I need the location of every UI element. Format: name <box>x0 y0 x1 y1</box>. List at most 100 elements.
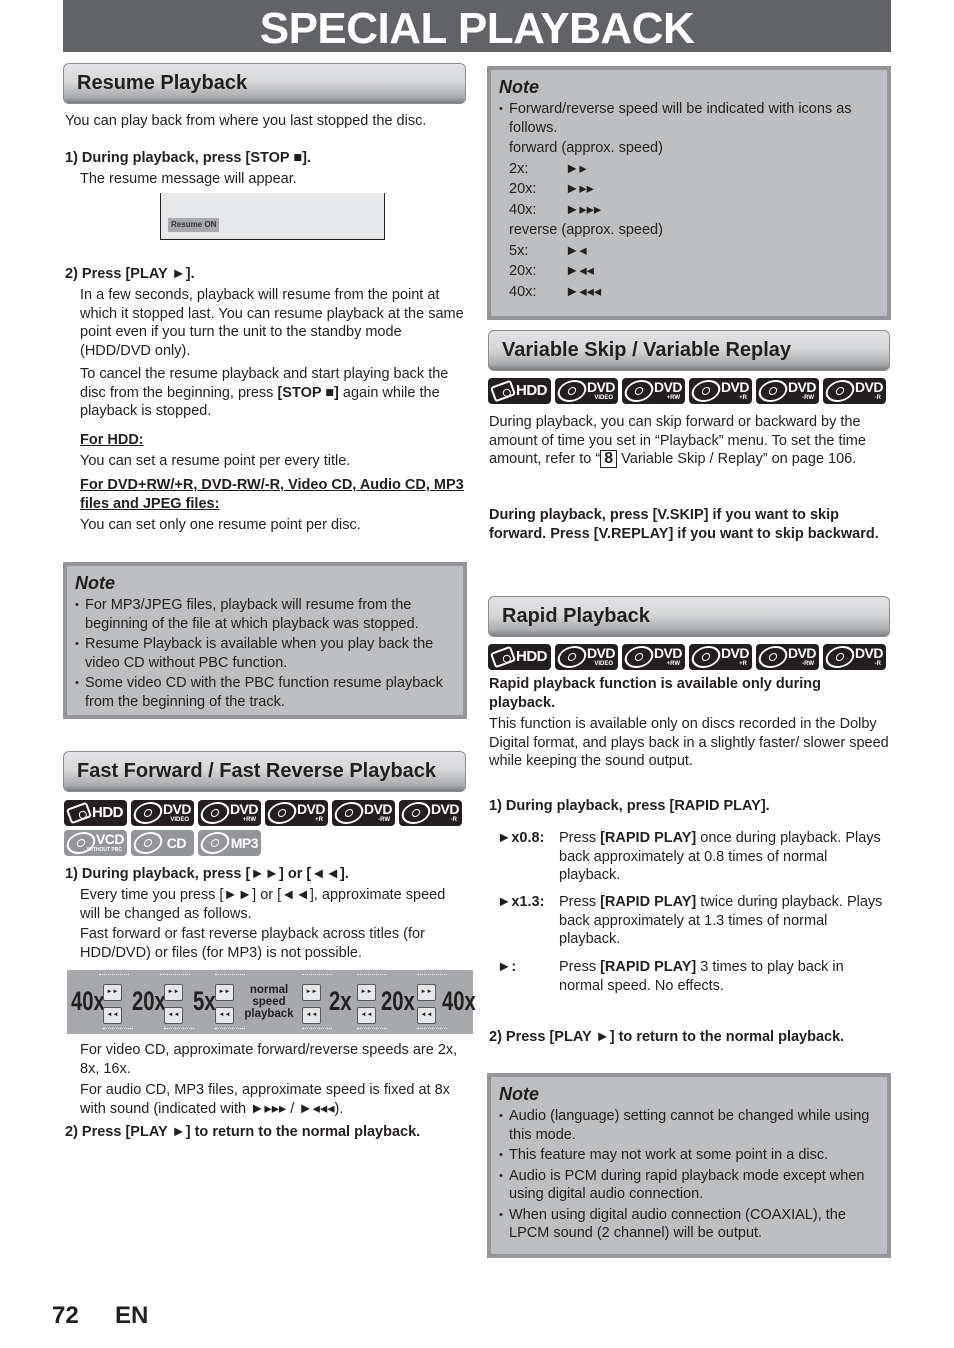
disc-icon <box>265 802 299 824</box>
badge-sub: -RW <box>802 395 814 401</box>
rapid-row-x1.3: ►x1.3: Press [RAPID PLAY] twice during p… <box>497 893 892 949</box>
forward-20x-icon: ►▸▸ <box>565 181 594 197</box>
fast-forward-icon: ►► <box>302 984 321 1001</box>
badge-sub: WITHOUT PBC <box>86 847 122 853</box>
speed-label: 40x <box>442 986 476 1016</box>
forward-40x-icon: ►▸▸▸ <box>565 201 602 218</box>
badge-label: HDD <box>92 804 124 821</box>
forward-row: 20x: ►▸▸ <box>499 180 879 199</box>
disc-icon <box>131 832 165 854</box>
rapid-desc: Press [RAPID PLAY] once during playback.… <box>559 829 892 885</box>
speed: 20x: <box>509 181 537 197</box>
disc-icon <box>689 380 723 402</box>
ff-media-badges-row2: VCD WITHOUT PBC CD MP3 <box>64 830 261 856</box>
hdd-icon <box>489 645 517 669</box>
speed: 40x: <box>509 201 537 218</box>
dvd-video-badge: DVD VIDEO <box>131 800 194 826</box>
text: Press <box>559 959 601 975</box>
dvd-plus-r-badge: DVD +R <box>689 378 752 404</box>
fast-forward-icon: ►► <box>215 984 234 1001</box>
page-title: SPECIAL PLAYBACK <box>63 0 891 53</box>
for-disc-text: You can set only one resume point per di… <box>80 517 361 533</box>
rewind-icon: ◄◄ <box>302 1007 321 1024</box>
dvd-minus-r-badge: DVD -R <box>399 800 462 826</box>
reverse-row: 20x: ►◂◂ <box>499 262 879 281</box>
disc-icon <box>555 380 589 402</box>
dvd-plus-r-badge: DVD +R <box>265 800 328 826</box>
reverse-20x-icon: ►◂◂ <box>565 263 594 279</box>
badge-sub: -RW <box>802 661 814 667</box>
hdd-icon <box>65 801 93 825</box>
badge-sub: +R <box>739 395 747 401</box>
badge-label: HDD <box>516 648 548 665</box>
resume-playback-heading: Resume Playback <box>63 63 466 104</box>
arrow-left-icon <box>215 1028 245 1029</box>
ff-step2-title: 2) Press [PLAY ►] to return to the norma… <box>65 1124 421 1140</box>
forward-2x-icon: ►▸ <box>565 160 587 177</box>
badge-sub: +RW <box>666 661 680 667</box>
arrow-right-icon <box>160 974 190 975</box>
arrow-right-icon <box>215 974 245 975</box>
reverse-row: 40x: ►◂◂◂ <box>499 283 879 302</box>
arrow-left-icon <box>103 1028 133 1029</box>
speed-note-box: Note Forward/reverse speed will be indic… <box>487 66 891 320</box>
note-title: Note <box>499 77 539 97</box>
resume-screen-illustration: Resume ON <box>160 193 385 240</box>
cd-badge: CD <box>131 830 194 856</box>
rapid-step1-title: 1) During playback, press [RAPID PLAY]. <box>489 798 770 814</box>
dvd-minus-r-badge: DVD -R <box>823 378 886 404</box>
language-label: EN <box>115 1302 149 1329</box>
setup-menu-ref-icon: 8 <box>600 450 618 468</box>
vskip-media-badges: HDD DVD VIDEO DVD +RW DVD +R DVD -RW DVD -R <box>488 378 886 404</box>
ff-step1-title: 1) During playback, press [►►] or [◄◄]. <box>65 866 349 882</box>
speed-label: 40x <box>71 986 105 1016</box>
dvd-plus-rw-badge: DVD +RW <box>622 644 685 670</box>
disc-icon <box>555 646 589 668</box>
resume-step1-title: 1) During playback, press [STOP ■]. <box>65 150 311 166</box>
badge-label: CD <box>166 835 187 851</box>
speed: 2x: <box>509 160 529 177</box>
speed-diagram: 40x 20x 5x normal speed playback 2x 20x … <box>67 970 476 1034</box>
hdd-badge: HDD <box>488 644 551 670</box>
disc-icon <box>198 802 232 824</box>
dvd-minus-r-badge: DVD -R <box>823 644 886 670</box>
disc-icon <box>399 802 433 824</box>
text: Variable Skip / Replay” on page 106. <box>617 451 857 467</box>
rapid-play-button-ref: [RAPID PLAY] <box>600 959 697 975</box>
for-disc-heading: For DVD+RW/+R, DVD-RW/-R, Video CD, Audi… <box>80 477 464 512</box>
note-item: For MP3/JPEG files, playback will resume… <box>75 596 455 633</box>
disc-icon <box>198 832 232 854</box>
fast-forward-icon: ►► <box>417 984 436 1001</box>
dvd-video-badge: DVD VIDEO <box>555 378 618 404</box>
note-item: Some video CD with the PBC function resu… <box>75 674 455 711</box>
rewind-icon: ◄◄ <box>215 1007 234 1024</box>
speed-label: 5x <box>193 986 216 1016</box>
for-hdd-text: You can set a resume point per every tit… <box>80 453 351 469</box>
resume-step2-p2: To cancel the resume playback and start … <box>80 365 466 421</box>
reverse-5x-icon: ►◂ <box>565 242 587 259</box>
rapid-note-box: Note Audio (language) setting cannot be … <box>487 1073 891 1258</box>
badge-sub: +R <box>739 661 747 667</box>
ff-media-badges-row1: HDD DVD VIDEO DVD +RW DVD +R DVD -RW DVD -R <box>64 800 462 826</box>
disc-icon <box>823 380 857 402</box>
rapid-media-badges: HDD DVD VIDEO DVD +RW DVD +R DVD -RW DVD -R <box>488 644 886 670</box>
arrow-left-icon <box>417 1028 447 1029</box>
rapid-bold-intro: Rapid playback function is available onl… <box>489 676 821 711</box>
speed: 20x: <box>509 263 537 279</box>
fast-forward-icon: ►► <box>357 984 376 1001</box>
resume-intro: You can play back from where you last st… <box>65 113 427 129</box>
disc-icon <box>131 802 165 824</box>
stop-button-ref: [STOP ■] <box>277 384 339 401</box>
note-item: Forward/reverse speed will be indicated … <box>499 100 879 137</box>
forward-heading: forward (approx. speed) <box>509 140 663 156</box>
speed-label: 20x <box>132 986 166 1016</box>
disc-icon <box>823 646 857 668</box>
reverse-row: 5x: ►◂ <box>499 242 879 261</box>
badge-sub: -R <box>874 661 881 667</box>
dvd-minus-rw-badge: DVD -RW <box>756 644 819 670</box>
badge-sub: -R <box>874 395 881 401</box>
ff-vcd-text: For video CD, approximate forward/revers… <box>80 1042 458 1077</box>
badge-sub: VIDEO <box>594 661 613 667</box>
dvd-plus-rw-badge: DVD +RW <box>622 378 685 404</box>
resume-note-box: Note For MP3/JPEG files, playback will r… <box>63 562 467 719</box>
